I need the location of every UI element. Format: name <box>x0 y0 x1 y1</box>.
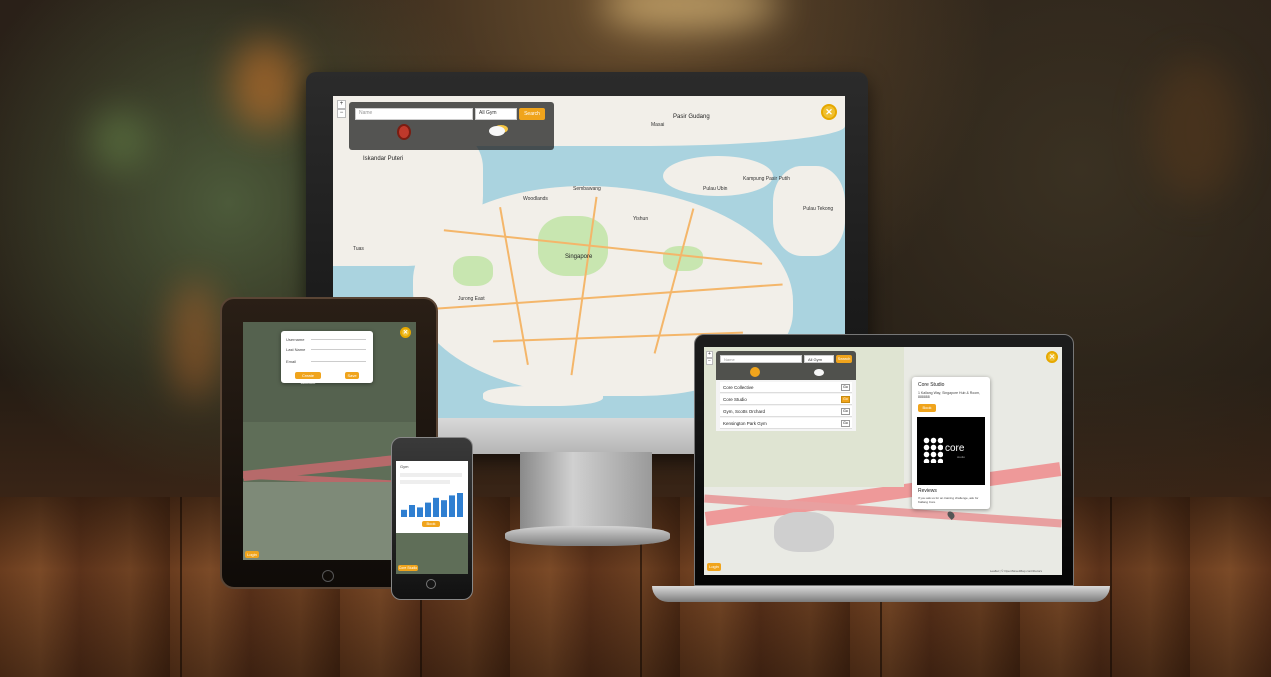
map-label: Pasir Gudang <box>673 114 710 120</box>
chart-bar <box>417 507 423 517</box>
phone-header: Gym <box>400 464 409 469</box>
login-button[interactable]: Login <box>707 563 721 571</box>
create-account-button[interactable]: Create Account <box>295 372 321 385</box>
book-button[interactable]: Book <box>918 404 936 412</box>
zoom-out-button[interactable]: − <box>706 358 713 365</box>
email-field[interactable] <box>311 361 366 362</box>
field-label: Last Name <box>286 347 306 352</box>
book-button[interactable]: Book <box>422 521 440 527</box>
list-item[interactable]: Core Collective <box>720 382 852 393</box>
land-islands <box>483 386 603 406</box>
field-label: Username <box>286 337 305 342</box>
list-item[interactable]: Gym, Scotts Orchard <box>720 406 852 417</box>
map-label: Pulau Ubin <box>703 186 728 192</box>
chart-bar <box>441 500 447 517</box>
tablet-home-button <box>322 570 334 582</box>
laptop-map[interactable]: + − Name All Gym Search Core Collective … <box>704 347 1062 575</box>
bokeh-light <box>230 40 300 130</box>
zoom-in-button[interactable]: + <box>337 100 346 109</box>
popup-address: 1 Kallang Way, Singapore Hub & Room, 888… <box>918 391 981 399</box>
chart-bar <box>457 493 463 517</box>
chart-bar <box>409 505 415 517</box>
login-button[interactable]: Login <box>245 551 259 558</box>
lastname-field[interactable] <box>311 349 366 350</box>
map-label: Tuas <box>353 246 364 252</box>
reviews-title: Reviews <box>918 488 937 494</box>
search-button[interactable]: Search <box>519 108 545 120</box>
save-button[interactable]: Save <box>345 372 359 379</box>
popup-title: Core Studio <box>918 382 945 388</box>
close-icon[interactable]: ✕ <box>821 104 837 120</box>
map-label: Sembawang <box>573 186 601 192</box>
chart-bar <box>449 495 455 517</box>
search-panel: Name All Gym Search <box>349 102 554 150</box>
go-button[interactable]: Go <box>841 420 850 427</box>
search-button[interactable]: Search <box>836 355 852 363</box>
chart-bar <box>401 509 407 517</box>
account-dialog: Username Last Name Email Create Account … <box>281 331 373 385</box>
map-label: Kampung Pasir Putih <box>743 176 790 182</box>
map-attribution: Leaflet | © OpenStreetMap contributors <box>989 569 1042 573</box>
close-icon[interactable]: ✕ <box>400 327 411 338</box>
go-button[interactable]: Go <box>841 408 850 415</box>
gym-filter-select[interactable]: All Gym <box>475 108 517 120</box>
map-label: Yishun <box>633 216 649 222</box>
phone-screen[interactable]: Gym Book Core Studio <box>396 461 468 574</box>
bokeh-light <box>600 0 780 30</box>
review-text: If you ask us for an training challenge,… <box>918 496 979 504</box>
zoom-out-button[interactable]: − <box>337 109 346 118</box>
logo-subtext: studio <box>957 455 966 459</box>
map-label: Jurong East <box>458 296 485 302</box>
close-icon[interactable]: ✕ <box>1046 351 1058 363</box>
chart-bar <box>433 497 439 517</box>
laptop-base <box>652 586 1110 602</box>
monitor-base <box>505 526 670 546</box>
map-label: Singapore <box>565 254 593 260</box>
chart-bar <box>425 502 431 517</box>
gym-filter-select[interactable]: All Gym <box>804 355 834 363</box>
footer-button[interactable]: Core Studio <box>398 565 418 571</box>
gym-logo-image: core studio <box>917 417 985 485</box>
map-label: Woodlands <box>523 196 548 202</box>
monitor-stand <box>520 452 652 532</box>
go-button[interactable]: Go <box>841 396 850 403</box>
map-label: Masai <box>651 122 665 128</box>
gym-list: Core Collective Core Studio Gym, Scotts … <box>716 380 856 431</box>
gym-pin-icon[interactable] <box>750 367 760 377</box>
weather-icon <box>489 126 505 136</box>
search-input[interactable]: Name <box>720 355 802 363</box>
list-item[interactable]: Core Studio <box>720 394 852 405</box>
map-label: Pulau Tekong <box>803 206 834 212</box>
go-button[interactable]: Go <box>841 384 850 391</box>
map-label: Iskandar Puteri <box>363 156 404 162</box>
search-input[interactable]: Name <box>355 108 473 120</box>
phone-home-button <box>426 579 436 589</box>
bokeh-light <box>1150 60 1240 200</box>
gym-pin-icon[interactable] <box>397 124 411 140</box>
search-panel: Name All Gym Search Core Collective Core… <box>716 351 856 431</box>
list-item[interactable]: Kensington Park Gym <box>720 418 852 429</box>
bokeh-light <box>90 110 150 170</box>
zoom-in-button[interactable]: + <box>706 351 713 358</box>
weather-icon <box>814 369 824 376</box>
gym-popup: Core Studio 1 Kallang Way, Singapore Hub… <box>912 377 990 509</box>
logo-dots <box>923 437 943 463</box>
username-field[interactable] <box>311 339 366 340</box>
park <box>453 256 493 286</box>
bokeh-light <box>170 280 220 400</box>
field-label: Email <box>286 359 297 364</box>
logo-text: core <box>945 443 965 454</box>
